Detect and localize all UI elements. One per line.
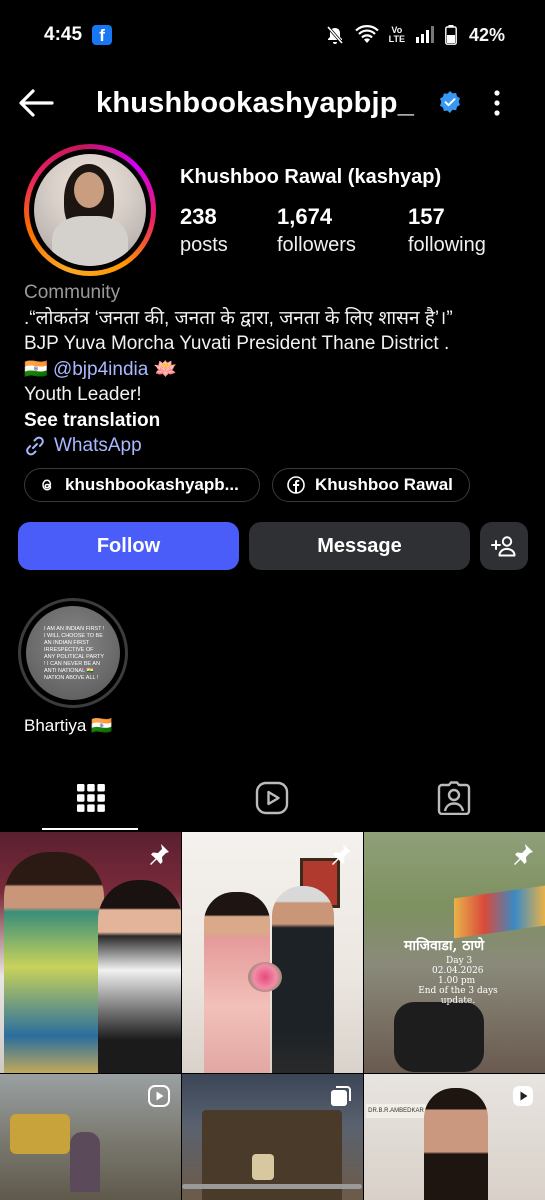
wifi-icon <box>354 25 379 43</box>
post-5-emblem <box>252 1154 274 1180</box>
post-3-note: End of the 3 days update. <box>418 986 498 1006</box>
avatar <box>34 154 146 266</box>
post-4-vehicle <box>10 1114 70 1154</box>
suggested-users-button[interactable] <box>480 522 528 570</box>
active-tab-indicator <box>42 828 138 830</box>
pinned-post-icon <box>514 844 533 865</box>
post-3-title: माजिवाडा, ठाणे <box>404 938 485 954</box>
bio: Community .“लोकतंत्र ‘जनता की, जनता के द… <box>24 280 534 459</box>
india-flag-emoji: 🇮🇳 <box>24 358 48 380</box>
pinned-post-icon <box>150 844 169 865</box>
link-label: WhatsApp <box>54 435 142 456</box>
post-3-date: 02.04.2026 <box>432 966 484 976</box>
volte-indicator: Vo LTE <box>389 26 405 44</box>
status-bar: 4:45 f Vo LTE 42% <box>0 0 545 70</box>
post-3-time: 1.00 pm <box>438 976 476 986</box>
post-3-day: Day 3 <box>446 956 473 966</box>
display-name: Khushboo Rawal (kashyap) <box>180 166 442 188</box>
bio-role: BJP Yuva Morcha Yuvati President Thane D… <box>24 333 450 354</box>
facebook-chip[interactable]: Khushboo Rawal <box>272 468 470 502</box>
post-6-face <box>424 1088 488 1200</box>
stat-following-label: following <box>408 234 486 256</box>
stat-posts-label: posts <box>180 234 228 256</box>
reel-icon <box>513 1086 533 1106</box>
avatar-body <box>52 216 128 266</box>
post-4-person <box>70 1132 100 1192</box>
bio-mention-link[interactable]: @bjp4india <box>53 359 148 380</box>
follow-button[interactable]: Follow <box>18 522 239 570</box>
lotus-emoji: 🪷 <box>153 358 178 380</box>
tab-reels[interactable] <box>182 766 364 830</box>
post-2-bouquet <box>248 962 282 992</box>
linked-profiles: khushbookashyapb... Khushboo Rawal <box>24 468 470 502</box>
profile-header: khushbookashyapbjp_ <box>0 78 545 130</box>
stat-posts-value: 238 <box>180 204 217 229</box>
see-translation-link[interactable]: See translation <box>24 408 534 434</box>
link-icon <box>26 436 44 456</box>
post-3-motorbike <box>394 1002 484 1072</box>
threads-chip[interactable]: khushbookashyapb... <box>24 468 260 502</box>
post-tile-2[interactable] <box>182 832 363 1073</box>
reel-icon <box>148 1085 170 1107</box>
bio-external-link[interactable]: WhatsApp <box>24 433 534 459</box>
facebook-notification-icon: f <box>92 25 113 45</box>
add-person-icon <box>491 536 516 557</box>
story-highlight[interactable]: I AM AN INDIAN FIRST ! I WILL CHOOSE TO … <box>18 598 128 736</box>
profile-avatar-story-ring[interactable] <box>24 144 156 276</box>
message-button[interactable]: Message <box>249 522 470 570</box>
stat-followers-value: 1,674 <box>277 204 333 229</box>
stat-following-value: 157 <box>408 204 445 229</box>
stat-followers[interactable]: 1,674 followers <box>277 204 356 257</box>
bio-category: Community <box>24 282 121 303</box>
post-6-sign: DR.B.R.AMBEDKAR <box>366 1104 426 1118</box>
facebook-icon <box>287 476 305 494</box>
tagged-icon <box>437 781 471 815</box>
more-options-icon[interactable] <box>487 88 507 118</box>
tab-tagged[interactable] <box>363 766 545 830</box>
threads-icon <box>42 479 52 491</box>
highlight-ring: I AM AN INDIAN FIRST ! I WILL CHOOSE TO … <box>18 598 128 708</box>
pinned-post-icon <box>332 844 351 865</box>
multiple-media-icon <box>331 1086 351 1106</box>
facebook-name: Khushboo Rawal <box>315 475 453 494</box>
reels-icon <box>256 781 289 815</box>
highlight-label: Bhartiya 🇮🇳 <box>24 716 113 735</box>
verified-badge-icon <box>440 91 460 113</box>
mute-icon <box>326 26 343 44</box>
post-1-person-left <box>4 852 104 1073</box>
battery-icon <box>445 25 457 45</box>
stat-posts[interactable]: 238 posts <box>180 204 228 257</box>
profile-actions: Follow Message <box>18 522 528 570</box>
threads-handle: khushbookashyapb... <box>65 475 239 494</box>
highlight-cover: I AM AN INDIAN FIRST ! I WILL CHOOSE TO … <box>26 606 120 700</box>
tab-posts[interactable] <box>0 766 182 830</box>
post-3-awning <box>454 885 545 939</box>
avatar-face <box>74 172 104 208</box>
grid-icon <box>76 784 105 812</box>
stat-following[interactable]: 157 following <box>408 204 486 257</box>
signal-icon <box>415 26 434 43</box>
profile-tabs <box>0 766 545 830</box>
stat-followers-label: followers <box>277 234 356 256</box>
bio-quote: .“लोकतंत्र ‘जनता की, जनता के द्वारा, जनत… <box>24 307 453 329</box>
post-1-person-right <box>98 880 181 1073</box>
avatar-border <box>29 149 151 271</box>
battery-percent: 42% <box>468 24 505 45</box>
bio-tagline: Youth Leader! <box>24 384 142 405</box>
back-arrow-icon[interactable] <box>18 88 54 118</box>
status-time: 4:45 <box>44 24 83 45</box>
volte-bottom: LTE <box>388 34 405 44</box>
post-tile-1[interactable] <box>0 832 181 1073</box>
username-title: khushbookashyapbjp_ <box>96 87 415 119</box>
post-tile-5[interactable] <box>182 1074 363 1200</box>
bio-mention-line: 🇮🇳 @bjp4india 🪷 <box>24 357 534 383</box>
post-tile-6[interactable]: DR.B.R.AMBEDKAR <box>364 1074 545 1200</box>
posts-grid: माजिवाडा, ठाणे Day 3 02.04.2026 1.00 pm … <box>0 832 545 1200</box>
post-tile-4[interactable] <box>0 1074 181 1200</box>
post-tile-3[interactable]: माजिवाडा, ठाणे Day 3 02.04.2026 1.00 pm … <box>364 832 545 1073</box>
home-indicator[interactable] <box>182 1184 362 1189</box>
status-icons: Vo LTE 42% <box>325 25 505 46</box>
